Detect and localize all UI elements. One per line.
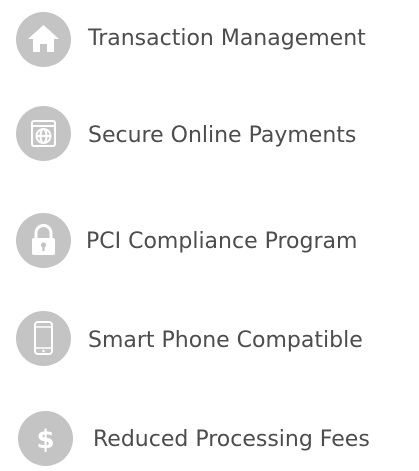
feature-label: Reduced Processing Fees [93,427,370,452]
home-icon [16,12,71,67]
feature-item-smart-phone: Smart Phone Compatible [0,311,419,371]
feature-list: Transaction Management Secure Online Pay… [0,0,419,466]
feature-item-pci-compliance: PCI Compliance Program [0,213,419,273]
dollar-icon: $ [18,411,73,466]
feature-label: PCI Compliance Program [86,229,358,254]
globe-window-icon [16,106,71,161]
feature-item-transaction-management: Transaction Management [0,12,419,72]
feature-item-secure-online-payments: Secure Online Payments [0,106,419,166]
svg-text:$: $ [36,425,54,455]
feature-item-reduced-fees: $ Reduced Processing Fees [0,411,419,471]
feature-label: Smart Phone Compatible [88,328,363,353]
feature-label: Secure Online Payments [88,123,357,148]
feature-label: Transaction Management [88,26,366,51]
smartphone-icon [16,311,71,366]
padlock-icon [16,213,71,268]
